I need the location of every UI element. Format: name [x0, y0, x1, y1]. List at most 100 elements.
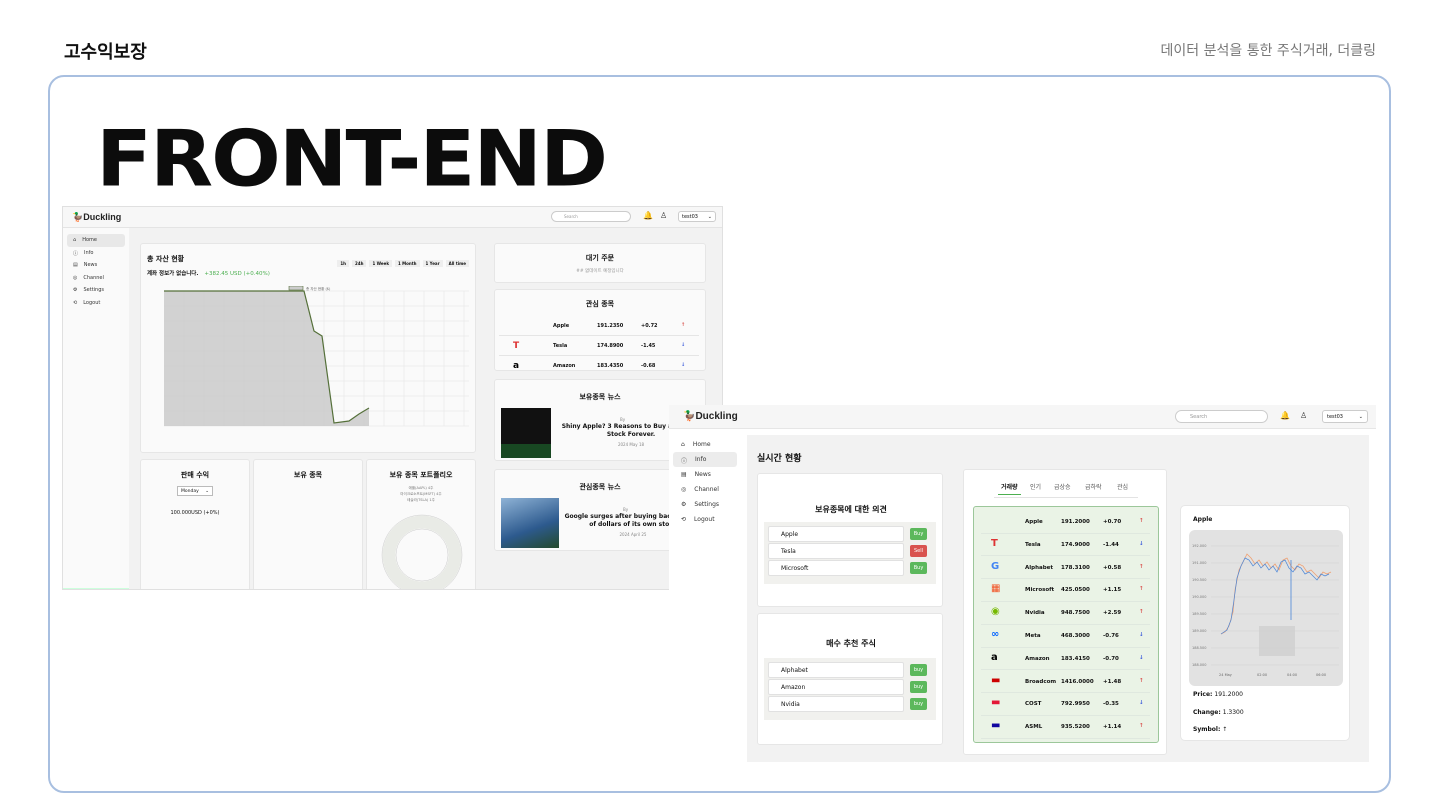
sidebar-item-logout[interactable]: ⟲ Logout: [63, 297, 129, 310]
watchlist-row[interactable]: Apple 191.2350 +0.72 ↑: [499, 316, 699, 336]
ranking-card: 거래량 인기 급상승 급하락 관심 Apple 191.2000 +0.70 ↑…: [963, 469, 1167, 755]
stock-price: 191.2350: [597, 323, 624, 329]
app-logo[interactable]: 🦆Duckling: [683, 411, 738, 422]
news-thumbnail[interactable]: [501, 498, 559, 548]
trend-arrow-icon: ↓: [681, 342, 686, 348]
stock-name: Tesla: [553, 343, 568, 349]
gear-icon: ⚙: [73, 287, 78, 293]
recommend-card: 매수 추천 주식 Alphabet buy Amazon buy Nvidia …: [757, 613, 943, 745]
sidebar-item-logout[interactable]: ⟲ Logout: [669, 512, 741, 527]
range-tab[interactable]: 1 Week: [369, 260, 392, 267]
sidebar-item-info[interactable]: ⓘ Info: [63, 247, 129, 260]
sidebar-item-news[interactable]: ▤ News: [63, 259, 129, 272]
news-thumbnail[interactable]: [501, 408, 551, 458]
news-byline: By: [623, 507, 629, 512]
stock-name: Alphabet: [1025, 564, 1054, 571]
user-select[interactable]: test03 ⌄: [1322, 410, 1368, 423]
buy-button[interactable]: buy: [910, 664, 927, 676]
trend-arrow-icon: ↑: [1139, 586, 1144, 593]
stock-logo-icon: ∞: [991, 629, 1000, 640]
opinion-action-button[interactable]: Sell: [910, 545, 927, 557]
user-select[interactable]: test03 ⌄: [678, 211, 716, 222]
stock-name: Meta: [1025, 633, 1041, 639]
stock-row[interactable]: a Amazon 183.4150 -0.70 ↓: [981, 648, 1150, 671]
slide-heading: FRONT-END: [96, 114, 608, 205]
tab-watch[interactable]: 관심: [1117, 482, 1128, 491]
svg-text:04:00: 04:00: [1287, 673, 1297, 677]
svg-text:189.000: 189.000: [1192, 629, 1206, 633]
stock-logo-icon: T: [991, 537, 998, 549]
buy-button[interactable]: buy: [910, 698, 927, 710]
sidebar-item-info[interactable]: ⓘ Info: [673, 452, 737, 467]
info-icon: ⓘ: [681, 458, 688, 465]
asset-desc: 계좌 정보가 없습니다.: [147, 271, 199, 277]
news-byline: By: [620, 417, 626, 422]
symbol-value: ↑: [1222, 726, 1228, 733]
sidebar-item-channel[interactable]: ◎ Channel: [63, 272, 129, 285]
bell-icon[interactable]: 🔔: [643, 212, 653, 220]
sidebar-item-settings[interactable]: ⚙ Settings: [63, 284, 129, 297]
opinion-action-button[interactable]: Buy: [910, 562, 927, 574]
sidebar-item-news[interactable]: ▤ News: [669, 467, 741, 482]
svg-text:192.000: 192.000: [1192, 544, 1206, 548]
stock-row[interactable]: ◉ Nvidia 948.7500 +2.59 ↑: [981, 602, 1150, 625]
watchlist-row[interactable]: T Tesla 174.8900 -1.45 ↓: [499, 336, 699, 356]
watchlist-title: 관심 종목: [585, 300, 615, 308]
stock-price: 425.0500: [1061, 587, 1090, 594]
stock-row[interactable]: T Tesla 174.9000 -1.44 ↓: [981, 534, 1150, 557]
legend-item: 테슬라(TSLA) 1주: [407, 498, 435, 502]
stock-row[interactable]: ▬ Broadcom 1416.0000 +1.48 ↑: [981, 671, 1150, 694]
stock-row[interactable]: ▬ COST 792.9950 -0.35 ↓: [981, 693, 1150, 717]
range-tab[interactable]: All time: [445, 260, 469, 267]
recommend-title: 매수 추천 주식: [826, 639, 876, 648]
price-chart: 192.000 191.000 190.500 190.000 189.500 189.0…: [1189, 530, 1343, 686]
stock-row[interactable]: ∞ Meta 468.3000 -0.76 ↓: [981, 625, 1150, 648]
chevron-down-icon: ⌄: [707, 214, 712, 220]
pending-empty: ## 없데이트 예정입니다: [576, 269, 624, 274]
tab-rising[interactable]: 급상승: [1054, 482, 1071, 491]
range-tab[interactable]: 1 Year: [422, 260, 443, 267]
bell-icon[interactable]: 🔔: [1280, 412, 1290, 420]
watchlist-card: 관심 종목 Apple 191.2350 +0.72 ↑ T Tesla 174.…: [494, 289, 706, 371]
top-bar: 🦆Duckling Search 🔔 ♙ test03 ⌄: [63, 207, 722, 228]
tab-popular[interactable]: 인기: [1030, 482, 1041, 491]
asset-chart: 총 자산 현황 ($): [164, 286, 469, 427]
stock-price: 183.4350: [597, 363, 624, 369]
range-tab[interactable]: 1 Month: [394, 260, 420, 267]
tab-falling[interactable]: 급하락: [1085, 482, 1102, 491]
sidebar-item-channel[interactable]: ◎ Channel: [669, 482, 741, 497]
trend-arrow-icon: ↑: [1139, 723, 1144, 730]
search-input[interactable]: Search: [551, 211, 631, 222]
sidebar-item-settings[interactable]: ⚙ Settings: [669, 497, 741, 512]
range-tab[interactable]: 24h: [352, 260, 367, 267]
symbol-label: Symbol:: [1193, 726, 1221, 733]
svg-text:24 May: 24 May: [1219, 673, 1232, 677]
app-logo[interactable]: 🦆Duckling: [72, 212, 121, 223]
stock-change: +0.58: [1103, 564, 1122, 571]
stock-price: 174.9000: [1061, 541, 1090, 548]
stock-row[interactable]: ▦ Microsoft 425.0500 +1.15 ↑: [981, 579, 1150, 603]
stock-row[interactable]: G Alphabet 178.3100 +0.58 ↑: [981, 557, 1150, 580]
svg-text:188.500: 188.500: [1192, 646, 1206, 650]
sidebar-item-home[interactable]: ⌂ Home: [669, 437, 741, 452]
opinion-action-button[interactable]: Buy: [910, 528, 927, 540]
sidebar: ⌂ Home ⓘ Info ▤ News ◎ Channel ⚙ Settings ⟲ Lo…: [63, 228, 129, 589]
stock-logo-icon: ▬: [991, 697, 1001, 709]
search-input[interactable]: Search: [1175, 410, 1268, 423]
page-title: 실시간 현황: [757, 454, 802, 464]
stock-logo-icon: ▬: [991, 674, 1001, 686]
held-news-title: 보유종목 뉴스: [579, 393, 621, 401]
user-icon[interactable]: ♙: [660, 212, 667, 220]
stock-row[interactable]: ▬ ASML 935.5200 +1.14 ↑: [981, 716, 1150, 739]
trend-arrow-icon: ↓: [1139, 540, 1144, 547]
stock-change: +1.48: [1103, 678, 1122, 685]
user-icon[interactable]: ♙: [1300, 412, 1307, 420]
sidebar-item-home[interactable]: ⌂ Home: [67, 234, 125, 247]
watchlist-row[interactable]: a Amazon 183.4350 -0.68 ↓: [499, 356, 699, 370]
buy-button[interactable]: buy: [910, 681, 927, 693]
range-tab[interactable]: 1h: [337, 260, 350, 267]
tab-volume[interactable]: 거래량: [998, 482, 1021, 495]
stock-row[interactable]: Apple 191.2000 +0.70 ↑: [981, 511, 1150, 534]
period-select[interactable]: Monday ⌄: [177, 486, 213, 496]
opinion-card: 보유종목에 대한 의견 Apple Buy Tesla Sell Microso…: [757, 473, 943, 607]
